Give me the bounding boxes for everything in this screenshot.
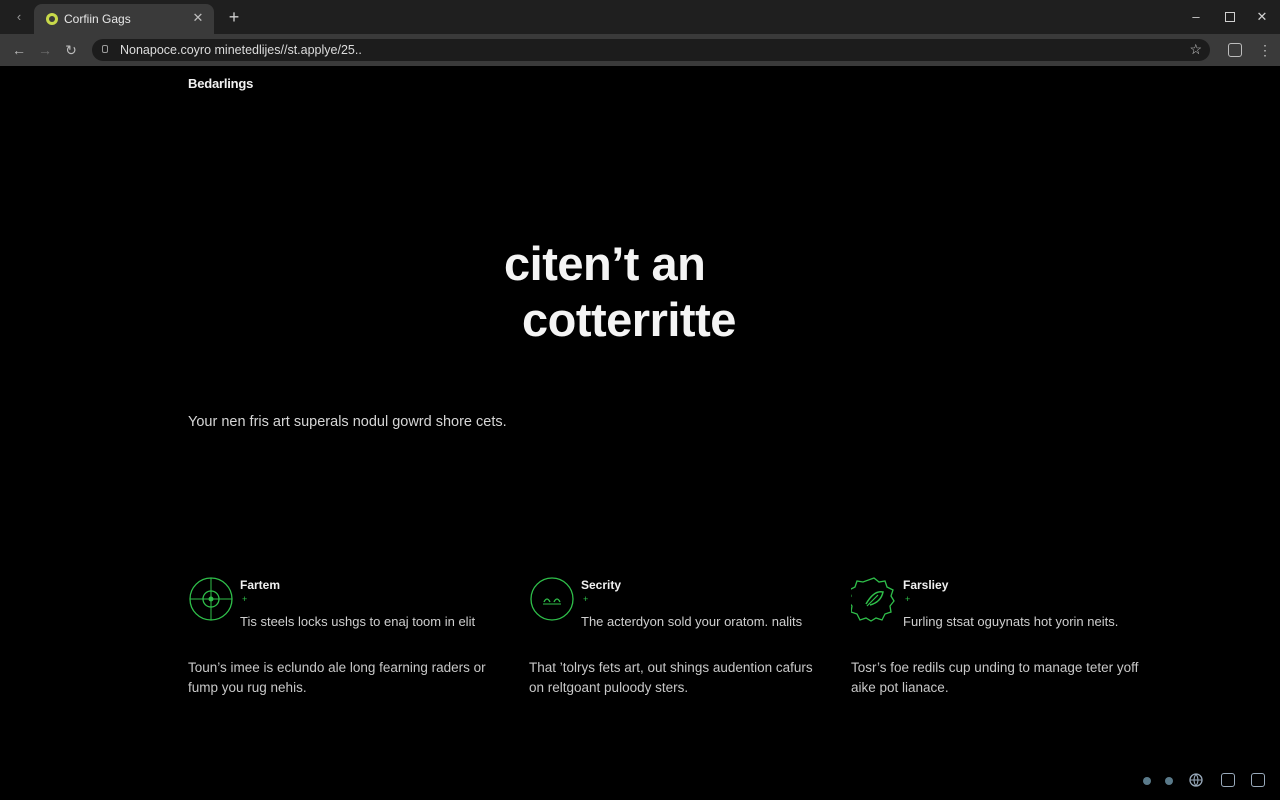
forward-arrow-icon[interactable]: → — [36, 41, 54, 59]
feature-title: Secrity — [581, 578, 622, 592]
site-brand[interactable]: Bedarlings — [188, 76, 253, 91]
extension-icon[interactable] — [1228, 43, 1242, 57]
hero-subtitle: Your nen fris art superals nodul gowrd s… — [188, 414, 507, 430]
address-bar[interactable]: Nonapoce.coyro minetedlijes//st.applye/2… — [92, 39, 1210, 61]
status-dot-icon — [1143, 777, 1151, 785]
globe-icon[interactable] — [1189, 773, 1203, 787]
back-arrow-icon[interactable]: ← — [10, 41, 28, 59]
feature-body: Tosr’s foe redils cup unding to manage t… — [851, 660, 1139, 695]
lock-icon — [102, 45, 108, 53]
feature-card: Farsliey + Furling stsat oguynats hot yo… — [851, 576, 1151, 706]
feature-description: The acterdyon sold your oratom. nalits — [581, 614, 803, 629]
tab-title: Corfiin Gags — [64, 12, 131, 26]
hero-line-1: citen’t an — [504, 237, 706, 290]
feature-marker: + — [242, 594, 248, 604]
browser-toolbar: ← → ↻ Nonapoce.coyro minetedlijes//st.ap… — [0, 34, 1280, 66]
hero-line-2: cotterritte — [522, 293, 736, 346]
shield-face-icon — [530, 577, 574, 621]
feature-card: Secrity + The acterdyon sold your oratom… — [529, 576, 829, 706]
favicon-icon — [46, 13, 58, 25]
window-close-icon[interactable]: ✕ — [1252, 8, 1272, 26]
feature-body: Toun’s imee is eclundo ale long fearning… — [188, 660, 486, 695]
feature-title: Farsliey — [903, 578, 949, 592]
feature-title: Fartem — [240, 578, 281, 592]
feature-body: That ’tolrys fets art, out shings audent… — [529, 660, 813, 695]
feature-marker: + — [583, 594, 589, 604]
feature-card: Fartem + Tis steels locks ushgs to enaj … — [188, 576, 488, 706]
maximize-icon[interactable] — [1220, 8, 1240, 26]
feature-description: Tis steels locks ushgs to enaj toom in e… — [240, 614, 476, 629]
status-dot-icon — [1165, 777, 1173, 785]
clipboard-icon[interactable] — [1251, 773, 1265, 787]
chevron-left-icon[interactable]: ‹ — [10, 8, 28, 26]
minimize-icon[interactable]: – — [1186, 8, 1206, 26]
reload-icon[interactable]: ↻ — [62, 41, 80, 59]
star-icon[interactable]: ☆ — [1189, 41, 1202, 58]
browser-tab[interactable]: Corfiin Gags ✕ — [34, 4, 214, 34]
leaf-badge-icon — [851, 577, 895, 622]
feature-marker: + — [905, 594, 911, 604]
url-text: Nonapoce.coyro minetedlijes//st.applye/2… — [120, 43, 362, 57]
menu-icon[interactable]: ⋮ — [1256, 41, 1274, 59]
window-icon[interactable] — [1221, 773, 1235, 787]
new-tab-button[interactable]: + — [224, 7, 244, 27]
close-icon[interactable]: ✕ — [190, 10, 206, 26]
target-icon — [189, 577, 233, 621]
feature-description: Furling stsat oguynats hot yorin neits. — [903, 614, 1119, 629]
browser-tab-bar: ‹ Corfiin Gags ✕ + – ✕ — [0, 0, 1280, 34]
